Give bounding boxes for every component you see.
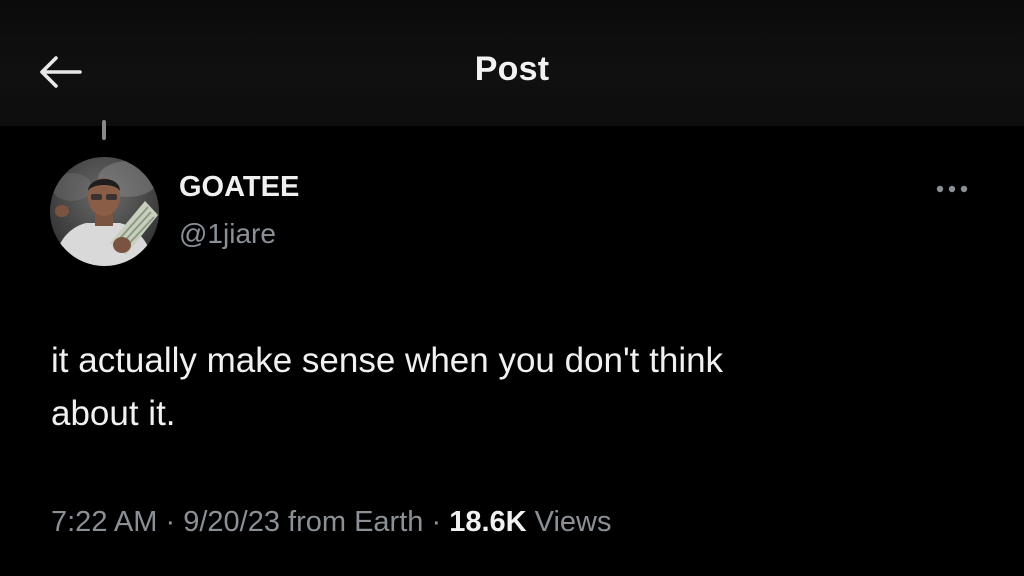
- more-horizontal-icon: [936, 185, 968, 193]
- more-options-button[interactable]: [928, 176, 976, 202]
- meta-separator: ·: [165, 506, 176, 538]
- post-date: 9/20/23: [183, 506, 280, 538]
- top-bar: Post: [0, 0, 1024, 126]
- thread-connector-line: [102, 120, 106, 140]
- views-label: Views: [534, 506, 612, 538]
- post-text-line: it actually make sense when you don't th…: [51, 341, 724, 380]
- meta-separator: ·: [431, 506, 442, 538]
- post-source: from Earth: [288, 506, 424, 538]
- profile-photo: [50, 157, 159, 266]
- post-metadata: 7:22 AM · 9/20/23 from Earth · 18.6K Vie…: [51, 506, 612, 539]
- views-count[interactable]: 18.6K: [449, 506, 526, 538]
- post-text-line: about it.: [51, 394, 176, 433]
- post-page: Post GOATEE @1jiare it actually make sen…: [0, 0, 1024, 576]
- post-time: 7:22 AM: [51, 506, 158, 538]
- post-body: it actually make sense when you don't th…: [51, 334, 951, 440]
- author-display-name[interactable]: GOATEE: [179, 171, 299, 204]
- page-title: Post: [474, 50, 550, 88]
- author-handle[interactable]: @1jiare: [179, 218, 276, 250]
- avatar[interactable]: [50, 157, 159, 266]
